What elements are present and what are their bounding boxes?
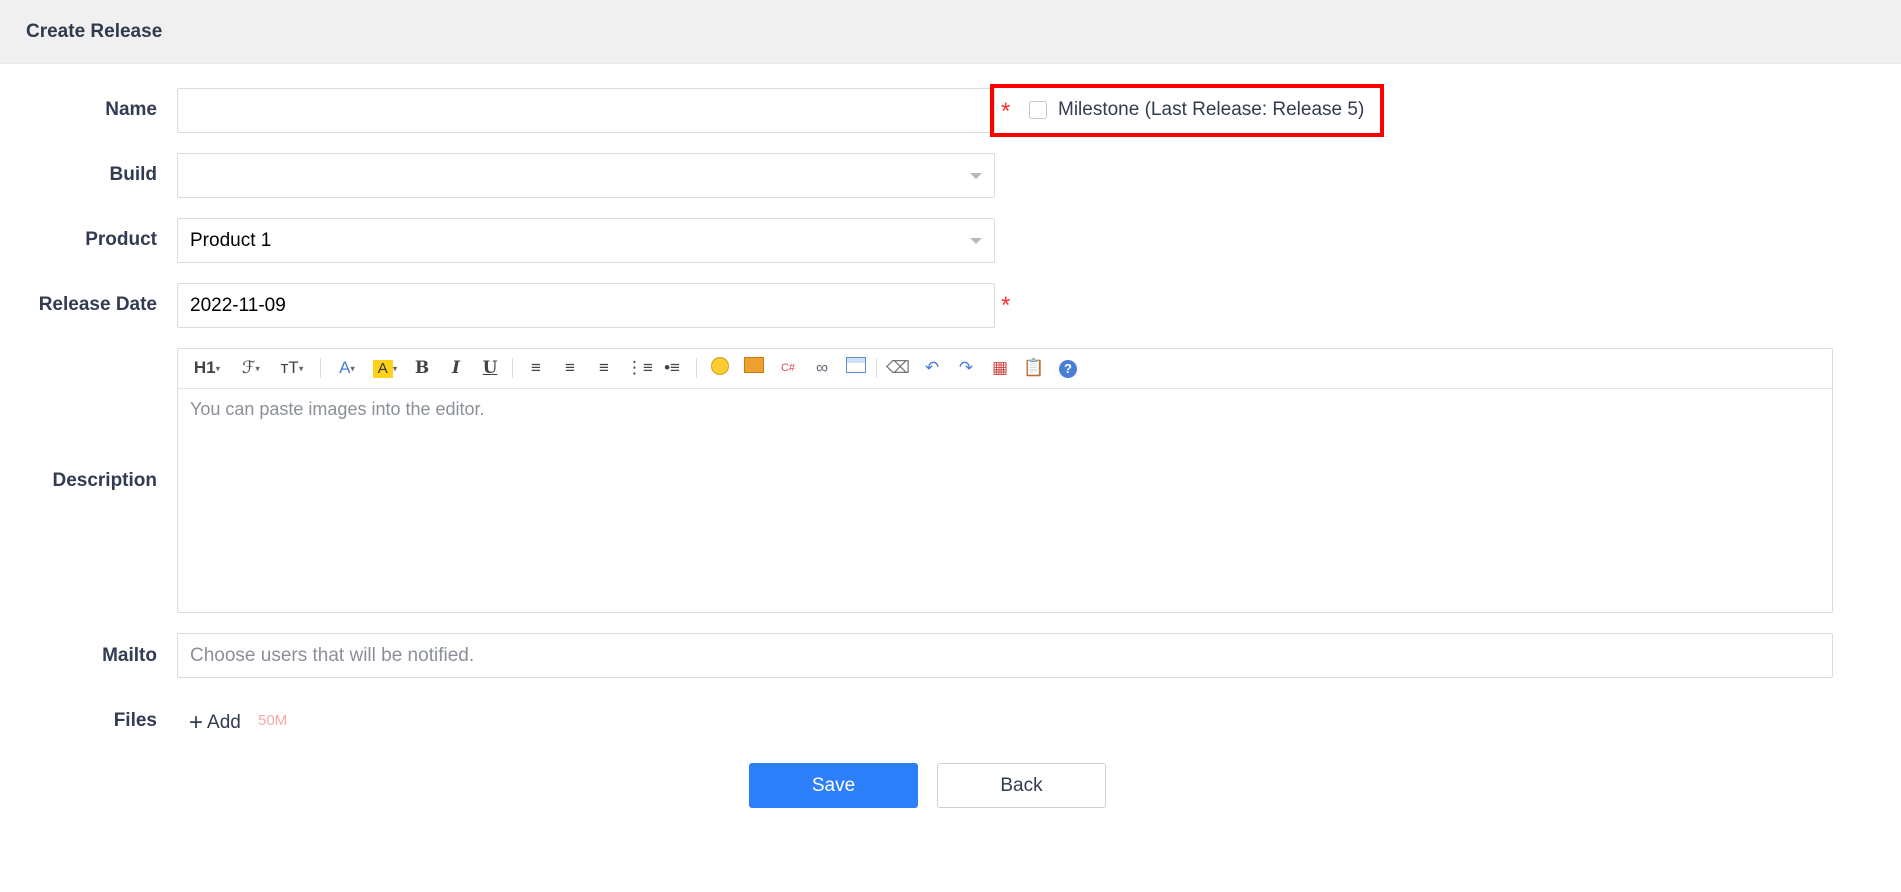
milestone-label-text: Milestone — [1058, 99, 1140, 120]
link-button[interactable]: ∞ — [810, 357, 834, 379]
undo-button[interactable]: ↶ — [920, 357, 944, 379]
page-header: Create Release — [0, 0, 1901, 64]
toolbar-divider — [696, 358, 697, 378]
milestone-last-release: (Last Release: Release 5) — [1144, 99, 1365, 120]
highlight-color-button[interactable]: A ▾ — [368, 357, 402, 379]
mailto-placeholder: Choose users that will be notified. — [190, 645, 475, 666]
image-icon — [744, 357, 764, 373]
redo-button[interactable]: ↷ — [954, 357, 978, 379]
unordered-list-button[interactable]: •≡ — [660, 357, 684, 379]
code-button[interactable]: C# — [776, 357, 800, 379]
release-date-input[interactable]: 2022-11-09 — [177, 283, 995, 328]
font-size-button[interactable]: ᴛT▾ — [276, 357, 308, 379]
editor-placeholder: You can paste images into the editor. — [190, 399, 485, 419]
font-family-button[interactable]: ℱ▾ — [236, 357, 266, 379]
highlight-icon: A — [372, 360, 393, 378]
product-value: Product 1 — [190, 230, 272, 251]
table-icon — [846, 357, 866, 373]
toolbar-divider — [320, 358, 321, 378]
milestone-label[interactable]: Milestone (Last Release: Release 5) — [1058, 99, 1364, 121]
toolbar-divider — [876, 358, 877, 378]
plus-icon: + — [189, 709, 204, 736]
milestone-checkbox[interactable] — [1029, 101, 1047, 119]
mailto-label: Mailto — [102, 645, 157, 666]
back-button[interactable]: Back — [937, 763, 1106, 808]
build-label: Build — [109, 164, 158, 185]
save-button[interactable]: Save — [749, 763, 918, 808]
product-select[interactable]: Product 1 — [177, 218, 995, 263]
file-size-limit: 50M — [258, 712, 288, 729]
italic-button[interactable]: I — [446, 357, 466, 379]
release-date-value: 2022-11-09 — [190, 295, 286, 316]
font-color-button[interactable]: A▾ — [332, 357, 362, 379]
add-files-button[interactable]: + Add — [189, 709, 241, 737]
paste-button[interactable]: 📋 — [1022, 357, 1046, 379]
description-editor[interactable]: H1▾ ℱ▾ ᴛT▾ A▾ A ▾ B I U ≡ ≡ ≡ ⋮≡ •≡ C# ∞ … — [177, 348, 1833, 613]
add-files-label: Add — [207, 712, 241, 733]
mailto-input[interactable]: Choose users that will be notified. — [177, 633, 1833, 678]
files-label: Files — [113, 710, 157, 731]
build-select[interactable] — [177, 153, 995, 198]
name-label: Name — [105, 99, 157, 120]
align-left-button[interactable]: ≡ — [524, 357, 548, 379]
ordered-list-button[interactable]: ⋮≡ — [626, 357, 653, 379]
insert-image-button[interactable] — [742, 357, 766, 379]
release-date-label: Release Date — [38, 294, 157, 315]
align-right-button[interactable]: ≡ — [592, 357, 616, 379]
bold-button[interactable]: B — [412, 357, 432, 379]
release-date-required-mark: * — [1001, 292, 1011, 319]
insert-table-button[interactable] — [844, 357, 868, 379]
description-label: Description — [52, 470, 157, 491]
help-icon: ? — [1059, 360, 1077, 378]
toolbar-divider — [512, 358, 513, 378]
product-label: Product — [85, 229, 157, 250]
chevron-down-icon — [970, 238, 982, 244]
underline-button[interactable]: U — [480, 357, 500, 379]
editor-toolbar: H1▾ ℱ▾ ᴛT▾ A▾ A ▾ B I U ≡ ≡ ≡ ⋮≡ •≡ C# ∞ … — [178, 349, 1832, 389]
align-center-button[interactable]: ≡ — [558, 357, 582, 379]
chevron-down-icon — [970, 173, 982, 179]
page-title: Create Release — [26, 21, 163, 42]
smiley-icon — [711, 357, 729, 375]
clear-format-button[interactable]: ⌫ — [886, 357, 910, 379]
help-button[interactable]: ? — [1056, 357, 1080, 379]
name-input[interactable] — [177, 88, 995, 133]
emoticon-button[interactable] — [708, 357, 732, 379]
fullscreen-button[interactable]: ▦ — [988, 357, 1012, 379]
heading-button[interactable]: H1▾ — [190, 357, 224, 379]
